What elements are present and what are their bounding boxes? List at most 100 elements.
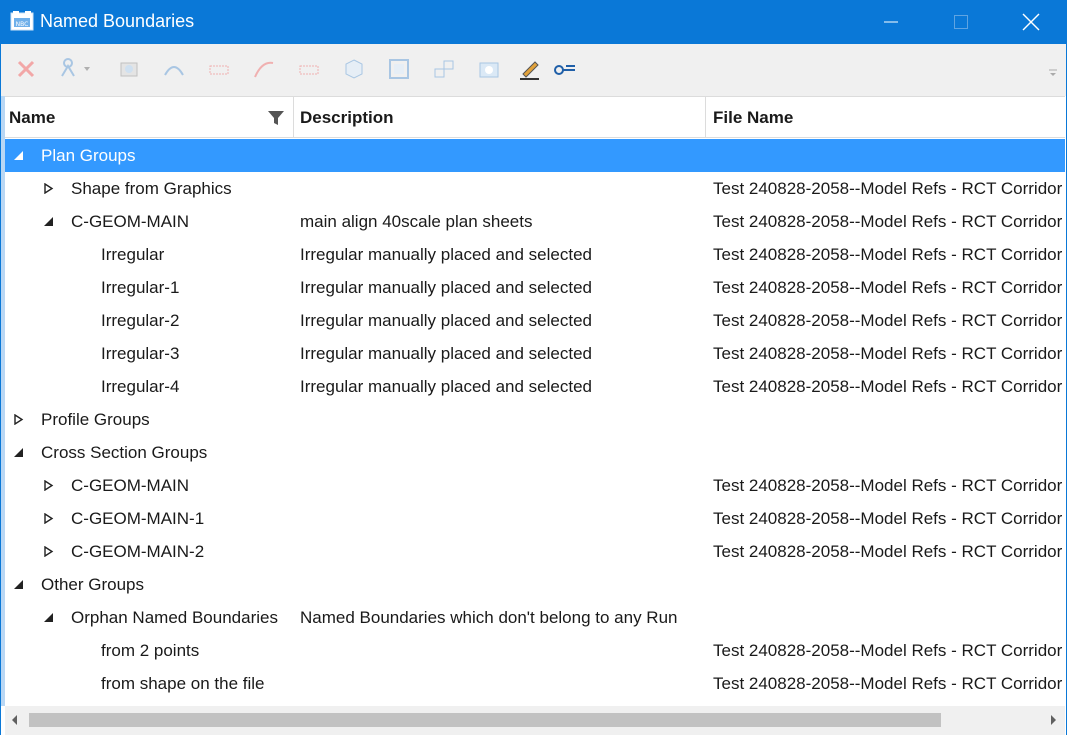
tree-row-name: Shape from Graphics (71, 179, 232, 198)
tree-row-name: Irregular-3 (101, 344, 180, 363)
cube-icon (345, 59, 363, 79)
tree-row-name: C-GEOM-MAIN (71, 476, 190, 495)
tree-row-name: Plan Groups (41, 146, 136, 165)
tree-row[interactable]: Cross Section Groups (5, 436, 1065, 469)
grid2-button[interactable] (296, 56, 322, 82)
column-header: Name Description File Name (5, 96, 1065, 138)
tree-row-name: C-GEOM-MAIN-1 (71, 509, 205, 528)
tree-row-description (300, 535, 710, 568)
column-header-description[interactable]: Description (294, 97, 706, 138)
info-button[interactable] (476, 56, 502, 82)
tree-row[interactable]: Shape from Graphics Test 240828-2058--Mod… (5, 172, 1065, 205)
horizontal-scrollbar[interactable] (5, 706, 1065, 735)
grid-icon (209, 65, 229, 75)
fit-view-button[interactable] (386, 56, 412, 82)
delete-x-icon (17, 60, 35, 78)
select-tool-icon (61, 58, 75, 77)
expanded-triangle-icon[interactable] (43, 612, 54, 623)
tree-row[interactable]: Other Groups (5, 568, 1065, 601)
expanded-triangle-icon[interactable] (13, 447, 24, 458)
tree-row-name-cell: Orphan Named Boundaries (5, 601, 294, 634)
column-header-file-name[interactable]: File Name (706, 97, 1066, 138)
tree-row-name-cell: Shape from Graphics (5, 172, 294, 205)
scrollbar-thumb[interactable] (29, 713, 941, 727)
select-dropdown-button[interactable] (51, 56, 97, 82)
tree-row-name-cell: Other Groups (5, 568, 294, 601)
profile-button[interactable] (161, 56, 187, 82)
tree-row-file-name: Test 240828-2058--Model Refs - RCT Corri… (713, 344, 1063, 363)
delete-button[interactable] (13, 56, 39, 82)
profile-icon (164, 66, 184, 76)
collapsed-triangle-icon[interactable] (43, 183, 54, 194)
scroll-right-icon[interactable] (1047, 714, 1059, 726)
tree-row-name: from 2 points (101, 641, 200, 660)
tree-row[interactable]: from 2 points Test 240828-2058--Model Ref… (5, 634, 1065, 667)
collapsed-triangle-icon[interactable] (43, 546, 54, 557)
tree-row-name-cell: from shape on the file (5, 667, 294, 700)
tree-row-name-cell: Irregular-2 (5, 304, 294, 337)
tree-row-description (300, 469, 710, 502)
tree-row-description (300, 568, 710, 601)
tree-row-description: Irregular manually placed and selected (300, 278, 593, 297)
column-header-name[interactable]: Name (5, 97, 294, 138)
tree-row-name: Other Groups (41, 575, 144, 594)
tree-row[interactable]: Irregular-2 Irregular manually placed and… (5, 304, 1065, 337)
close-button[interactable] (1008, 0, 1054, 44)
tree-row-description: Irregular manually placed and selected (300, 245, 593, 264)
expanded-triangle-icon[interactable] (13, 150, 24, 161)
column-header-file-name-label: File Name (713, 107, 794, 127)
tree-row-description (300, 436, 710, 469)
collapsed-triangle-icon[interactable] (13, 414, 24, 425)
tree-row-description: main align 40scale plan sheets (300, 212, 533, 231)
svg-text:NBC: NBC (16, 21, 29, 28)
tree-row[interactable]: C-GEOM-MAIN main align 40scale plan sheet… (5, 205, 1065, 238)
tree-row-name-cell: C-GEOM-MAIN (5, 469, 294, 502)
tree-row[interactable]: C-GEOM-MAIN-2 Test 240828-2058--Model Ref… (5, 535, 1065, 568)
grid-button[interactable] (206, 56, 232, 82)
curve-button[interactable] (251, 56, 277, 82)
expanded-triangle-icon[interactable] (13, 579, 24, 590)
tree-row[interactable]: Orphan Named Boundaries Named Boundaries … (5, 601, 1065, 634)
tree-row-name-cell: C-GEOM-MAIN (5, 205, 294, 238)
tree-row[interactable]: Irregular Irregular manually placed and s… (5, 238, 1065, 271)
group-button[interactable] (431, 56, 457, 82)
tree-row-description (300, 172, 710, 205)
civil-plan-button[interactable] (116, 56, 142, 82)
tree-row-name-cell: from 2 points (5, 634, 294, 667)
tree-row-file-name (713, 139, 1065, 172)
tree-row-file-name (713, 601, 1065, 634)
title-bar[interactable]: NBC Named Boundaries (0, 0, 1067, 44)
tree-row[interactable]: Profile Groups (5, 403, 1065, 436)
tree-row-name: C-GEOM-MAIN-2 (71, 542, 205, 561)
tree-row[interactable]: from shape on the file Test 240828-2058--… (5, 667, 1065, 700)
tree-row-description (300, 403, 710, 436)
tree-row[interactable]: Irregular-1 Irregular manually placed and… (5, 271, 1065, 304)
edit-button[interactable] (517, 56, 543, 82)
tree-row[interactable]: C-GEOM-MAIN Test 240828-2058--Model Refs … (5, 469, 1065, 502)
tree-row[interactable]: Irregular-4 Irregular manually placed and… (5, 370, 1065, 403)
toolbar-overflow-icon[interactable] (1048, 68, 1058, 78)
maximize-button[interactable] (938, 0, 984, 44)
toolbar (0, 44, 1067, 96)
tree-row-description: Irregular manually placed and selected (300, 311, 593, 330)
tree-row[interactable]: C-GEOM-MAIN-1 Test 240828-2058--Model Ref… (5, 502, 1065, 535)
column-header-description-label: Description (300, 107, 394, 127)
tree-row-file-name: Test 240828-2058--Model Refs - RCT Corri… (713, 476, 1063, 495)
expanded-triangle-icon[interactable] (43, 216, 54, 227)
scroll-left-icon[interactable] (9, 714, 21, 726)
key-button[interactable] (552, 56, 578, 82)
tree-row[interactable]: Plan Groups (5, 139, 1065, 172)
collapsed-triangle-icon[interactable] (43, 480, 54, 491)
tree-row[interactable]: Irregular-3 Irregular manually placed and… (5, 337, 1065, 370)
tree-row-name-cell: Irregular-1 (5, 271, 294, 304)
filter-icon[interactable] (267, 109, 285, 127)
tree-row-description: Irregular manually placed and selected (300, 377, 593, 396)
fit-view-icon (389, 59, 409, 79)
3d-model-button[interactable] (341, 56, 367, 82)
tree-row-file-name: Test 240828-2058--Model Refs - RCT Corri… (713, 212, 1063, 231)
chevron-down-icon (84, 67, 90, 71)
minimize-button[interactable] (868, 0, 914, 44)
collapsed-triangle-icon[interactable] (43, 513, 54, 524)
tree-row-file-name (713, 568, 1065, 601)
tree-row-file-name: Test 240828-2058--Model Refs - RCT Corri… (713, 509, 1063, 528)
